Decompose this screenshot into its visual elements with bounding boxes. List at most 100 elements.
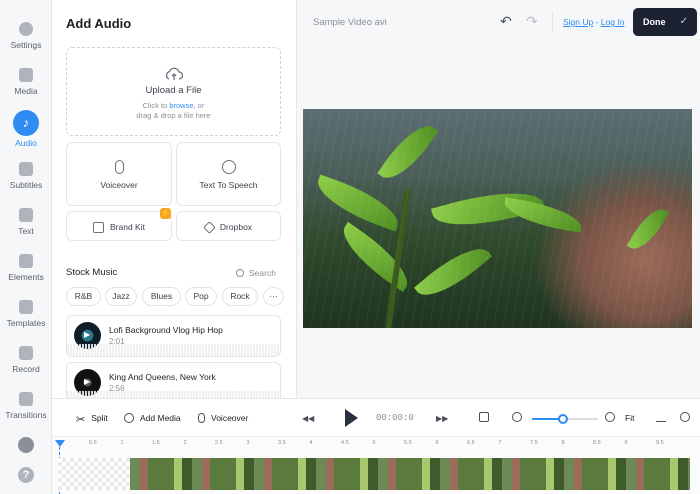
transitions-icon — [19, 392, 33, 406]
play-icon[interactable] — [345, 409, 358, 427]
video-clip[interactable] — [130, 458, 690, 490]
sidebar-item-transitions[interactable]: Transitions — [0, 392, 52, 436]
sidebar-item-audio[interactable]: Audio — [0, 110, 52, 154]
sidebar-item-label: Record — [12, 364, 40, 374]
sign-up-link[interactable]: Sign Up — [563, 17, 593, 27]
face-icon[interactable] — [680, 412, 690, 422]
templates-icon — [19, 300, 33, 314]
brand-kit-label: Brand Kit — [110, 222, 145, 232]
sidebar-item-media[interactable]: Media — [0, 68, 52, 112]
more-genres-button[interactable]: ··· — [263, 287, 284, 306]
voiceover-label: Voiceover — [100, 180, 138, 190]
auth-links: Sign Up - Log In — [563, 17, 624, 27]
list-item[interactable]: King And Queens, New York 2:56 — [66, 362, 281, 398]
zoom-out-icon[interactable] — [512, 412, 522, 422]
timeline-tick: 8 — [561, 440, 565, 446]
playhead-icon[interactable] — [55, 440, 65, 447]
empty-clip — [58, 458, 130, 490]
timeline-tick: 8.5 — [593, 440, 601, 446]
media-icon — [19, 68, 33, 82]
premium-badge-icon: ⚡ — [160, 208, 171, 219]
video-preview[interactable] — [303, 109, 692, 328]
fit-button[interactable]: Fit — [625, 413, 634, 423]
waveform-icon[interactable] — [656, 412, 666, 422]
genre-chip-jazz[interactable]: Jazz — [105, 287, 137, 306]
split-label: Split — [91, 413, 108, 423]
record-icon — [19, 346, 33, 360]
sidebar-item-elements[interactable]: Elements — [0, 254, 52, 298]
timeline-tick: 2.5 — [215, 440, 223, 446]
zoom-slider-handle[interactable] — [558, 414, 569, 424]
timeline-ruler: 0.5 1 1.5 2 2.5 3 3.5 4 4.5 5 5.5 6 6.5 7 7.5 8 8.5 9 9.5 — [52, 437, 700, 451]
timecode: 00:00:0 — [376, 413, 414, 423]
plus-circle-icon — [124, 413, 134, 423]
brand-kit-tile[interactable]: Brand Kit — [66, 211, 172, 241]
sidebar-item-label: Subtitles — [9, 180, 43, 190]
timeline-tick: 1 — [120, 440, 124, 446]
timeline-tick: 9.5 — [656, 440, 664, 446]
timeline-tick: 4 — [309, 440, 313, 446]
dropbox-label: Dropbox — [219, 222, 253, 232]
timeline-tick: 6 — [435, 440, 439, 446]
search-icon — [236, 269, 244, 277]
microphone-icon — [114, 160, 124, 174]
voiceover-button[interactable]: Voiceover — [198, 413, 248, 423]
sidebar-item-label: Audio — [15, 138, 37, 148]
waveform — [67, 391, 280, 398]
zoom-in-icon[interactable] — [605, 412, 615, 422]
sidebar-item-templates[interactable]: Templates — [0, 300, 52, 344]
list-item[interactable]: Lofi Background Vlog Hip Hop 2:01 — [66, 315, 281, 357]
document-title[interactable]: Sample Video avi — [313, 17, 387, 28]
brand-kit-icon — [93, 222, 105, 234]
playback-toolbar: ✂ Split Add Media Voiceover ◀◀ 00:00:0 ▶▶… — [52, 398, 700, 436]
voiceover-label: Voiceover — [211, 413, 249, 423]
sidebar-item-label: Templates — [6, 318, 46, 328]
text-to-speech-tile[interactable]: Text To Speech — [176, 142, 281, 206]
undo-icon[interactable]: ↶ — [500, 13, 512, 30]
upload-hint-suffix: , or — [193, 101, 205, 110]
timeline-tick: 7 — [498, 440, 502, 446]
help-icon[interactable]: ? — [18, 467, 34, 483]
sidebar-item-label: Transitions — [5, 410, 47, 420]
skip-back-icon[interactable]: ◀◀ — [302, 414, 314, 423]
sidebar-item-settings[interactable]: Settings — [0, 22, 52, 66]
check-icon: ✓ — [679, 16, 688, 27]
browse-link[interactable]: browse — [169, 101, 193, 110]
log-in-link[interactable]: Log In — [601, 17, 625, 27]
genre-chip-blues[interactable]: Blues — [142, 287, 181, 306]
speech-bubble-icon — [221, 160, 236, 174]
redo-icon[interactable]: ↷ — [526, 13, 538, 30]
split-button[interactable]: ✂ Split — [76, 413, 108, 426]
volume-icon[interactable] — [479, 412, 489, 422]
elements-icon — [19, 254, 33, 268]
track-name: King And Queens, New York — [109, 372, 216, 382]
sidebar-item-subtitles[interactable]: Subtitles — [0, 162, 52, 206]
stock-music-search[interactable]: Search — [236, 268, 276, 278]
skip-forward-icon[interactable]: ▶▶ — [436, 414, 448, 423]
genre-chip-rock[interactable]: Rock — [222, 287, 258, 306]
sidebar-item-label: Settings — [10, 40, 42, 50]
dropbox-icon — [203, 221, 216, 235]
dropbox-tile[interactable]: Dropbox — [176, 211, 281, 241]
add-media-label: Add Media — [140, 413, 181, 423]
waveform — [67, 344, 280, 356]
upload-title: Upload a File — [145, 85, 202, 96]
zoom-slider[interactable] — [532, 414, 598, 424]
timeline-tick: 6.5 — [467, 440, 475, 446]
scissors-icon: ✂ — [76, 414, 86, 426]
timeline-tick: 3.5 — [278, 440, 286, 446]
genre-chip-rnb[interactable]: R&B — [66, 287, 101, 306]
timeline[interactable]: 0.5 1 1.5 2 2.5 3 3.5 4 4.5 5 5.5 6 6.5 7 7.5 8 8.5 9 9.5 — [52, 436, 700, 494]
sidebar-item-record[interactable]: Record — [0, 346, 52, 390]
genre-chip-pop[interactable]: Pop — [185, 287, 217, 306]
sidebar-item-label: Media — [14, 86, 38, 96]
upload-dropzone[interactable]: Upload a File Click to browse, or drag &… — [66, 47, 281, 136]
done-button[interactable]: Done ✓ — [633, 8, 697, 36]
theme-toggle-icon[interactable] — [18, 437, 34, 453]
upload-cloud-icon — [165, 67, 183, 81]
add-media-button[interactable]: Add Media — [124, 413, 181, 423]
audio-panel: Add Audio Upload a File Click to browse,… — [52, 0, 297, 398]
subtitles-icon — [19, 162, 33, 176]
sidebar-item-text[interactable]: Text — [0, 208, 52, 252]
voiceover-tile[interactable]: Voiceover — [66, 142, 172, 206]
